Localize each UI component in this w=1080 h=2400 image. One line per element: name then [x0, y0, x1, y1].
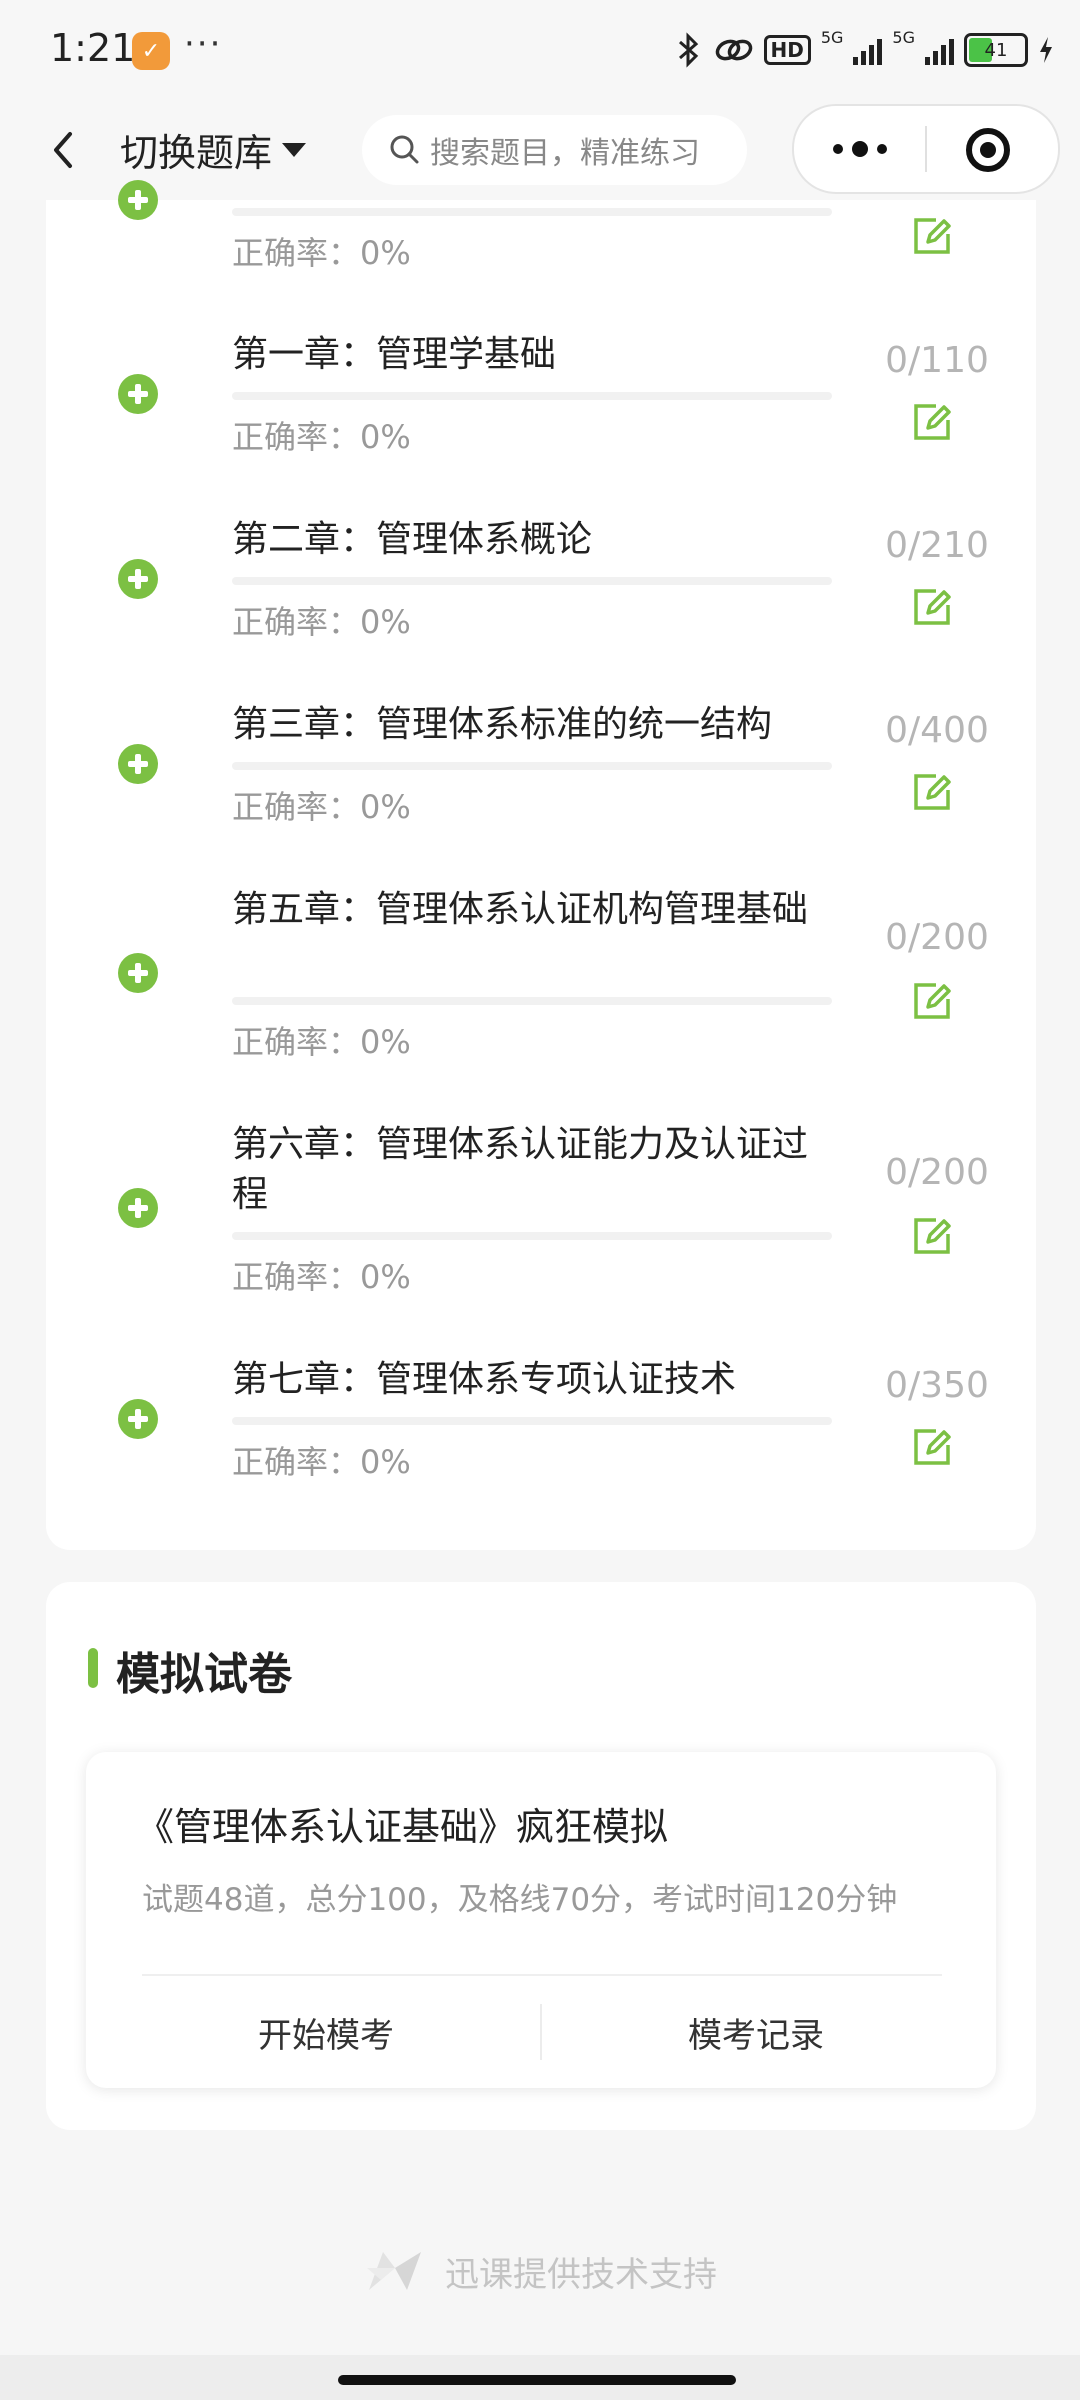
hd-voice-icon: HD [763, 35, 811, 65]
network-type-1: 5G [820, 28, 844, 47]
chapter-title: 第三章：管理体系标准的统一结构 [232, 704, 773, 745]
edit-icon[interactable] [912, 402, 952, 442]
signal-icon-2 [925, 35, 954, 65]
progress-bar [232, 997, 832, 1005]
progress-bar [232, 577, 832, 585]
status-indicators: HD 5G 5G 41 [674, 28, 1055, 72]
expand-plus-icon[interactable] [118, 1188, 158, 1228]
progress-bar [232, 762, 832, 770]
accuracy-rate: 正确率：0% [232, 788, 411, 826]
accuracy-rate: 正确率：0% [232, 1443, 411, 1481]
expand-plus-icon[interactable] [118, 1399, 158, 1439]
edit-icon[interactable] [912, 1427, 952, 1467]
status-bar: 1:21 ✓ ··· HD 5G 5G 41 [0, 0, 1080, 100]
xunke-logo-icon [367, 2252, 421, 2290]
expand-plus-icon[interactable] [118, 559, 158, 599]
status-time: 1:21 [50, 26, 136, 70]
section-title: 模拟试卷 [116, 1649, 292, 1700]
exam-description: 试题48道，总分100，及格线70分，考试时间120分钟 [142, 1882, 898, 1918]
exam-title: 《管理体系认证基础》疯狂模拟 [136, 1805, 669, 1849]
search-input[interactable]: 搜索题目，精准练习 [362, 115, 747, 185]
bluetooth-icon [678, 32, 698, 68]
question-count: 0/210 [885, 525, 989, 566]
more-notifications-icon: ··· [184, 24, 223, 64]
edit-icon[interactable] [912, 587, 952, 627]
chapter-row[interactable]: 第二章：管理体系概论 正确率：0% 0/210 [46, 505, 1036, 675]
chapter-row[interactable]: 正确率：0% [46, 180, 1036, 300]
accuracy-rate: 正确率：0% [232, 1023, 411, 1061]
switch-bank-label: 切换题库 [120, 131, 273, 175]
app-notification-icon: ✓ [132, 32, 170, 70]
chapter-row[interactable]: 第五章：管理体系认证机构管理基础 正确率：0% 0/200 [46, 875, 1036, 1095]
back-icon[interactable] [44, 122, 84, 178]
signal-icon-1 [853, 35, 883, 65]
chapter-row[interactable]: 第六章：管理体系认证能力及认证过程 正确率：0% 0/200 [46, 1110, 1036, 1330]
expand-plus-icon[interactable] [118, 374, 158, 414]
chapter-title: 第二章：管理体系概论 [232, 519, 593, 560]
network-type-2: 5G [892, 28, 915, 47]
progress-bar [232, 392, 832, 400]
progress-bar [232, 1417, 832, 1425]
caret-down-icon [282, 142, 307, 157]
question-count: 0/400 [885, 710, 989, 751]
start-mock-button[interactable]: 开始模考 [126, 1976, 526, 2088]
nav-bar: 切换题库 搜索题目，精准练习 [0, 100, 1080, 200]
chapter-row[interactable]: 第七章：管理体系专项认证技术 正确率：0% 0/350 [46, 1345, 1036, 1515]
mock-exam-card: 《管理体系认证基础》疯狂模拟 试题48道，总分100，及格线70分，考试时间12… [86, 1752, 996, 2088]
chapter-list-card: 正确率：0% 第一章：管理学基础 正确率：0% 0/110 第二章：管理体系概论… [46, 180, 1036, 1550]
search-placeholder: 搜索题目，精准练习 [430, 136, 700, 171]
capsule-divider [925, 126, 927, 172]
expand-plus-icon[interactable] [118, 180, 158, 220]
miniprogram-capsule [792, 104, 1060, 194]
expand-plus-icon[interactable] [118, 744, 158, 784]
footer: 迅课提供技术支持 [0, 2236, 1080, 2306]
edit-icon[interactable] [912, 981, 952, 1021]
battery-icon: 41 [964, 33, 1028, 67]
charging-icon [1040, 37, 1052, 63]
chapter-title: 第一章：管理学基础 [232, 334, 557, 375]
expand-plus-icon[interactable] [118, 953, 158, 993]
chapter-row[interactable]: 第一章：管理学基础 正确率：0% 0/110 [46, 320, 1036, 490]
search-icon [390, 135, 419, 164]
close-miniprogram-icon[interactable] [966, 128, 1010, 172]
mock-exam-section: 模拟试卷 《管理体系认证基础》疯狂模拟 试题48道，总分100，及格线70分，考… [46, 1582, 1036, 2130]
accuracy-rate: 正确率：0% [232, 1258, 411, 1296]
button-divider [540, 2004, 542, 2060]
footer-text: 迅课提供技术支持 [445, 2254, 717, 2295]
edit-icon[interactable] [912, 772, 952, 812]
chapter-row[interactable]: 第三章：管理体系标准的统一结构 正确率：0% 0/400 [46, 690, 1036, 860]
chapter-title: 第七章：管理体系专项认证技术 [232, 1359, 737, 1400]
more-icon[interactable] [826, 128, 894, 170]
chapter-title: 第五章：管理体系认证机构管理基础 [232, 889, 809, 930]
question-count: 0/110 [885, 340, 989, 381]
question-count: 0/200 [885, 1152, 989, 1193]
edit-icon[interactable] [912, 216, 952, 256]
progress-bar [232, 1232, 832, 1240]
question-count: 0/200 [885, 917, 989, 958]
mock-record-button[interactable]: 模考记录 [556, 1976, 956, 2088]
chapter-title: 第六章：管理体系认证能力及认证过程 [232, 1124, 809, 1215]
accuracy-rate: 正确率：0% [232, 234, 411, 272]
home-indicator[interactable] [338, 2375, 736, 2385]
switch-bank-dropdown[interactable]: 切换题库 [120, 122, 307, 177]
edit-icon[interactable] [912, 1216, 952, 1256]
section-accent-bar [88, 1648, 98, 1688]
accuracy-rate: 正确率：0% [232, 418, 411, 456]
battery-level: 41 [984, 39, 1008, 61]
link-icon [715, 39, 752, 61]
accuracy-rate: 正确率：0% [232, 603, 411, 641]
progress-bar [232, 208, 832, 216]
question-count: 0/350 [885, 1365, 989, 1406]
